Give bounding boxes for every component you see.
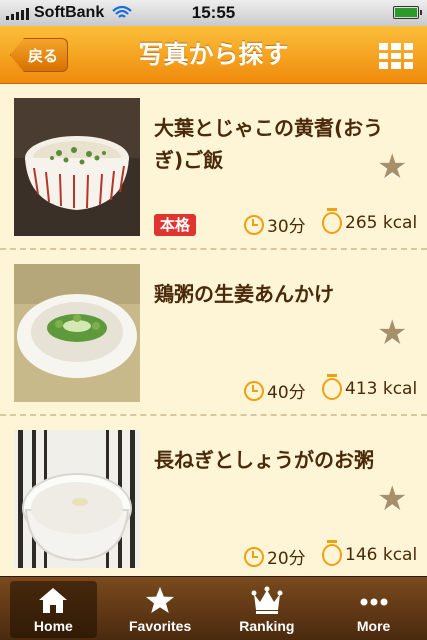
calories-value: 413 kcal: [345, 379, 418, 399]
recipe-photo: [14, 264, 140, 402]
favorite-star-icon[interactable]: ★: [377, 482, 407, 516]
recipe-photo: [14, 430, 140, 568]
recipe-title: 長ねぎとしょうがのお粥: [154, 448, 374, 472]
tab-label: Home: [33, 618, 73, 634]
cooking-time: 20分: [244, 544, 306, 569]
recipe-title: 大葉とじゃこの黄耆(おうぎ)ご飯: [154, 116, 384, 172]
tab-label: Favorites: [129, 618, 192, 634]
calories: 146 kcal: [322, 540, 418, 566]
calories: 413 kcal: [322, 374, 418, 400]
cooking-time: 40分: [244, 378, 306, 403]
cooking-time-value: 20分: [267, 549, 306, 569]
recipe-item[interactable]: 鶏粥の生姜あんかけ ★ 40分 413 kcal: [0, 250, 427, 416]
cooking-time-value: 40分: [267, 383, 306, 403]
clock-icon: [244, 380, 264, 401]
tab-label: Ranking: [239, 618, 295, 634]
crown-icon: [251, 586, 283, 614]
recipe-list: 大葉とじゃこの黄耆(おうぎ)ご飯 ★ 本格 30分 265 kcal 鶏粥の生姜…: [0, 84, 427, 576]
grid-view-icon[interactable]: [379, 43, 413, 69]
calories-value: 265 kcal: [345, 213, 418, 233]
battery-icon: [393, 6, 422, 19]
tab-home[interactable]: Home: [0, 577, 107, 640]
tab-ranking[interactable]: Ranking: [214, 577, 321, 640]
recipe-item[interactable]: 大葉とじゃこの黄耆(おうぎ)ご飯 ★ 本格 30分 265 kcal: [0, 84, 427, 250]
navigation-bar: 戻る 写真から探す: [0, 26, 427, 84]
favorite-star-icon[interactable]: ★: [377, 150, 407, 184]
star-icon: [146, 587, 175, 613]
home-icon: [39, 588, 68, 613]
tab-bar: Home Favorites Ranking More: [0, 576, 427, 640]
recipe-item[interactable]: 長ねぎとしょうがのお粥 ★ 20分 146 kcal: [0, 416, 427, 576]
calories: 265 kcal: [322, 208, 418, 234]
tab-label: More: [356, 618, 391, 634]
status-time: 15:55: [191, 3, 236, 22]
calories-value: 146 kcal: [345, 545, 418, 565]
recipe-photo: [14, 98, 140, 236]
tab-favorites[interactable]: Favorites: [107, 577, 214, 640]
recipe-title: 鶏粥の生姜あんかけ: [154, 282, 334, 306]
authentic-badge: 本格: [154, 214, 197, 236]
tab-more[interactable]: More: [320, 577, 427, 640]
page-title: 写真から探す: [138, 40, 289, 69]
favorite-star-icon[interactable]: ★: [377, 316, 407, 350]
calorie-timer-icon: [322, 540, 342, 566]
calorie-timer-icon: [322, 208, 342, 234]
cooking-time-value: 30分: [267, 217, 306, 237]
cooking-time: 30分: [244, 212, 306, 237]
status-bar: SoftBank 15:55: [0, 0, 427, 26]
clock-icon: [244, 214, 264, 235]
calorie-timer-icon: [322, 374, 342, 400]
more-icon: [360, 598, 388, 606]
clock-icon: [244, 546, 264, 567]
